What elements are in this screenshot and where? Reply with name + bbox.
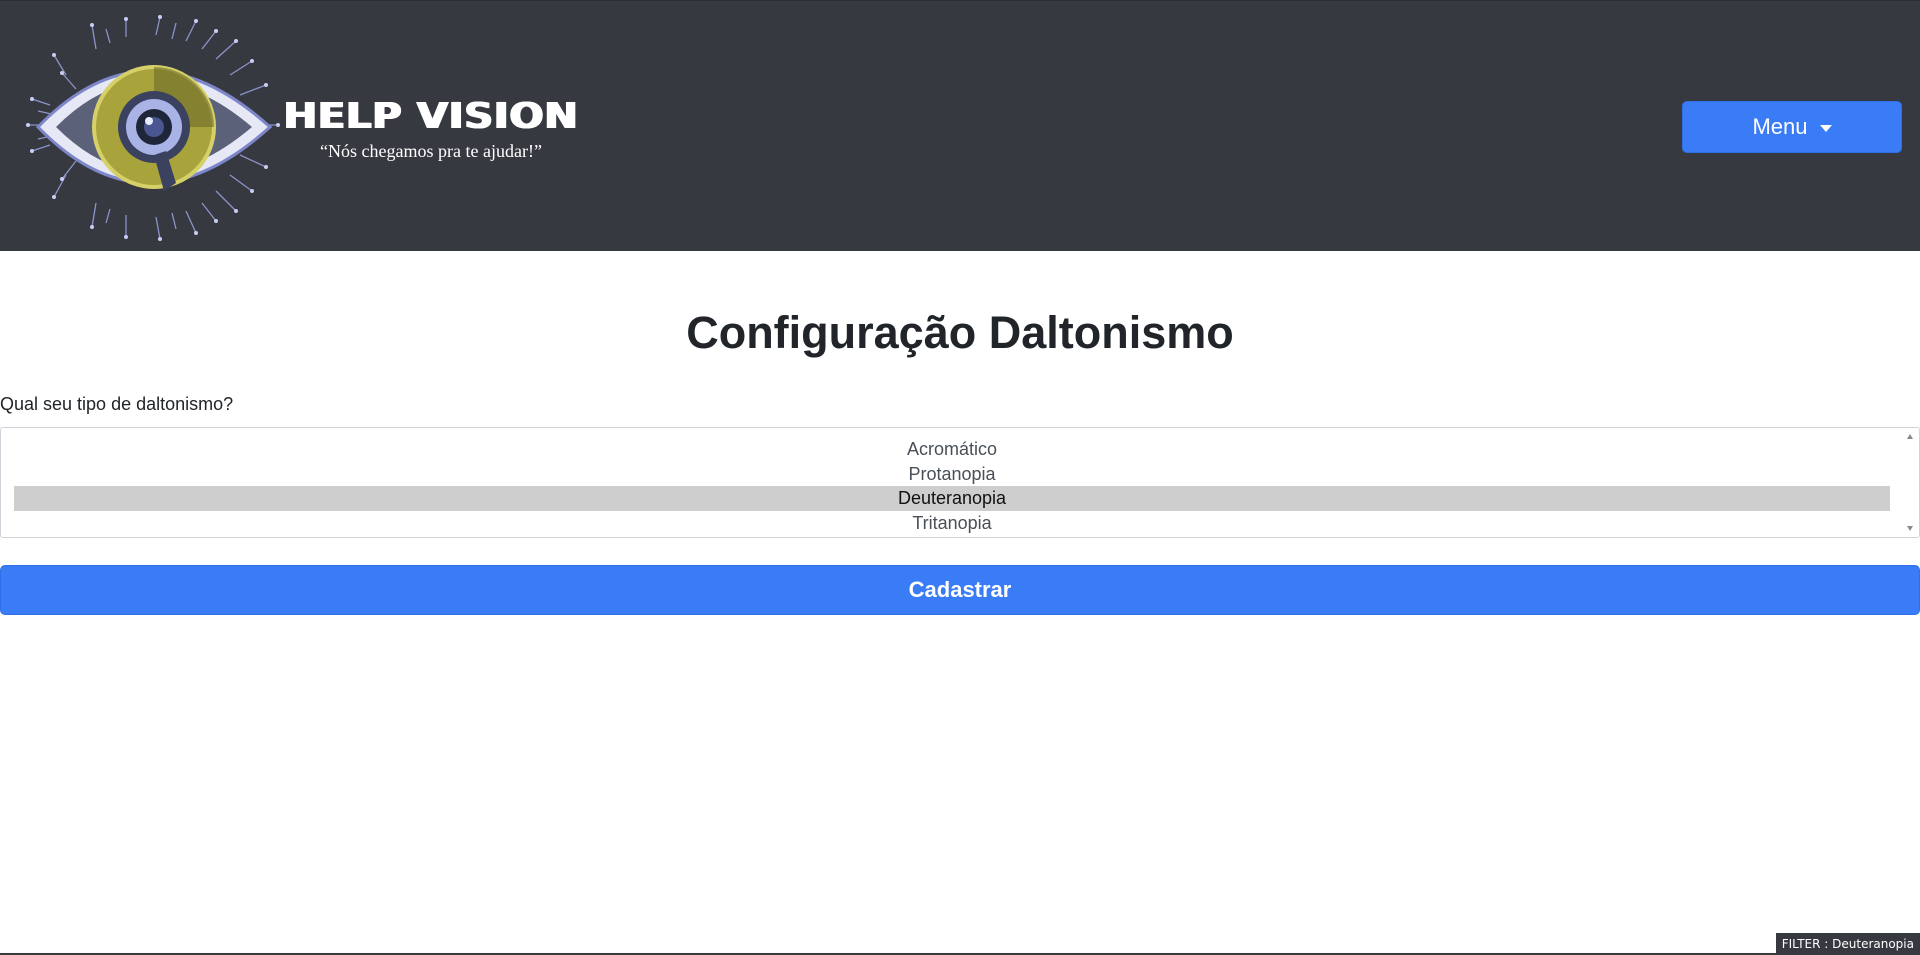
scroll-down-arrow-icon[interactable] (1907, 526, 1913, 531)
page-title-bold: Daltonismo (988, 307, 1234, 358)
option-deuteranopia-selected[interactable]: Deuteranopia (14, 486, 1890, 511)
eye-circuit-logo-icon[interactable] (26, 15, 288, 241)
filter-status-badge: FILTER : Deuteranopia (1775, 933, 1920, 955)
site-header: HELP VISION “Nós chegamos pra te ajudar!… (0, 0, 1920, 251)
option-protanopia[interactable]: Protanopia (14, 462, 1890, 487)
logo-graphic (26, 15, 280, 241)
menu-dropdown-button[interactable]: Menu (1682, 101, 1902, 153)
cadastrar-button[interactable]: Cadastrar (0, 565, 1920, 615)
scroll-up-arrow-icon[interactable] (1907, 434, 1913, 439)
colorblindness-question-label: Qual seu tipo de daltonismo? (0, 394, 234, 414)
menu-button-label: Menu (1752, 114, 1808, 139)
colorblindness-type-listbox[interactable]: Acromático Protanopia Deuteranopia Trita… (0, 427, 1920, 538)
listbox-options: Acromático Protanopia Deuteranopia Trita… (14, 437, 1890, 535)
brand: HELP VISION “Nós chegamos pra te ajudar!… (283, 97, 577, 162)
brand-tagline: “Nós chegamos pra te ajudar!” (320, 141, 542, 161)
brand-title: HELP VISION (283, 96, 579, 137)
caret-down-icon (1819, 124, 1832, 132)
option-tritanopia[interactable]: Tritanopia (14, 511, 1890, 536)
listbox-scrollbar[interactable] (1902, 428, 1919, 537)
page-title: Configuração Daltonismo (0, 304, 1920, 362)
option-acromatico[interactable]: Acromático (14, 437, 1890, 462)
page-title-regular: Configuração (686, 307, 977, 358)
